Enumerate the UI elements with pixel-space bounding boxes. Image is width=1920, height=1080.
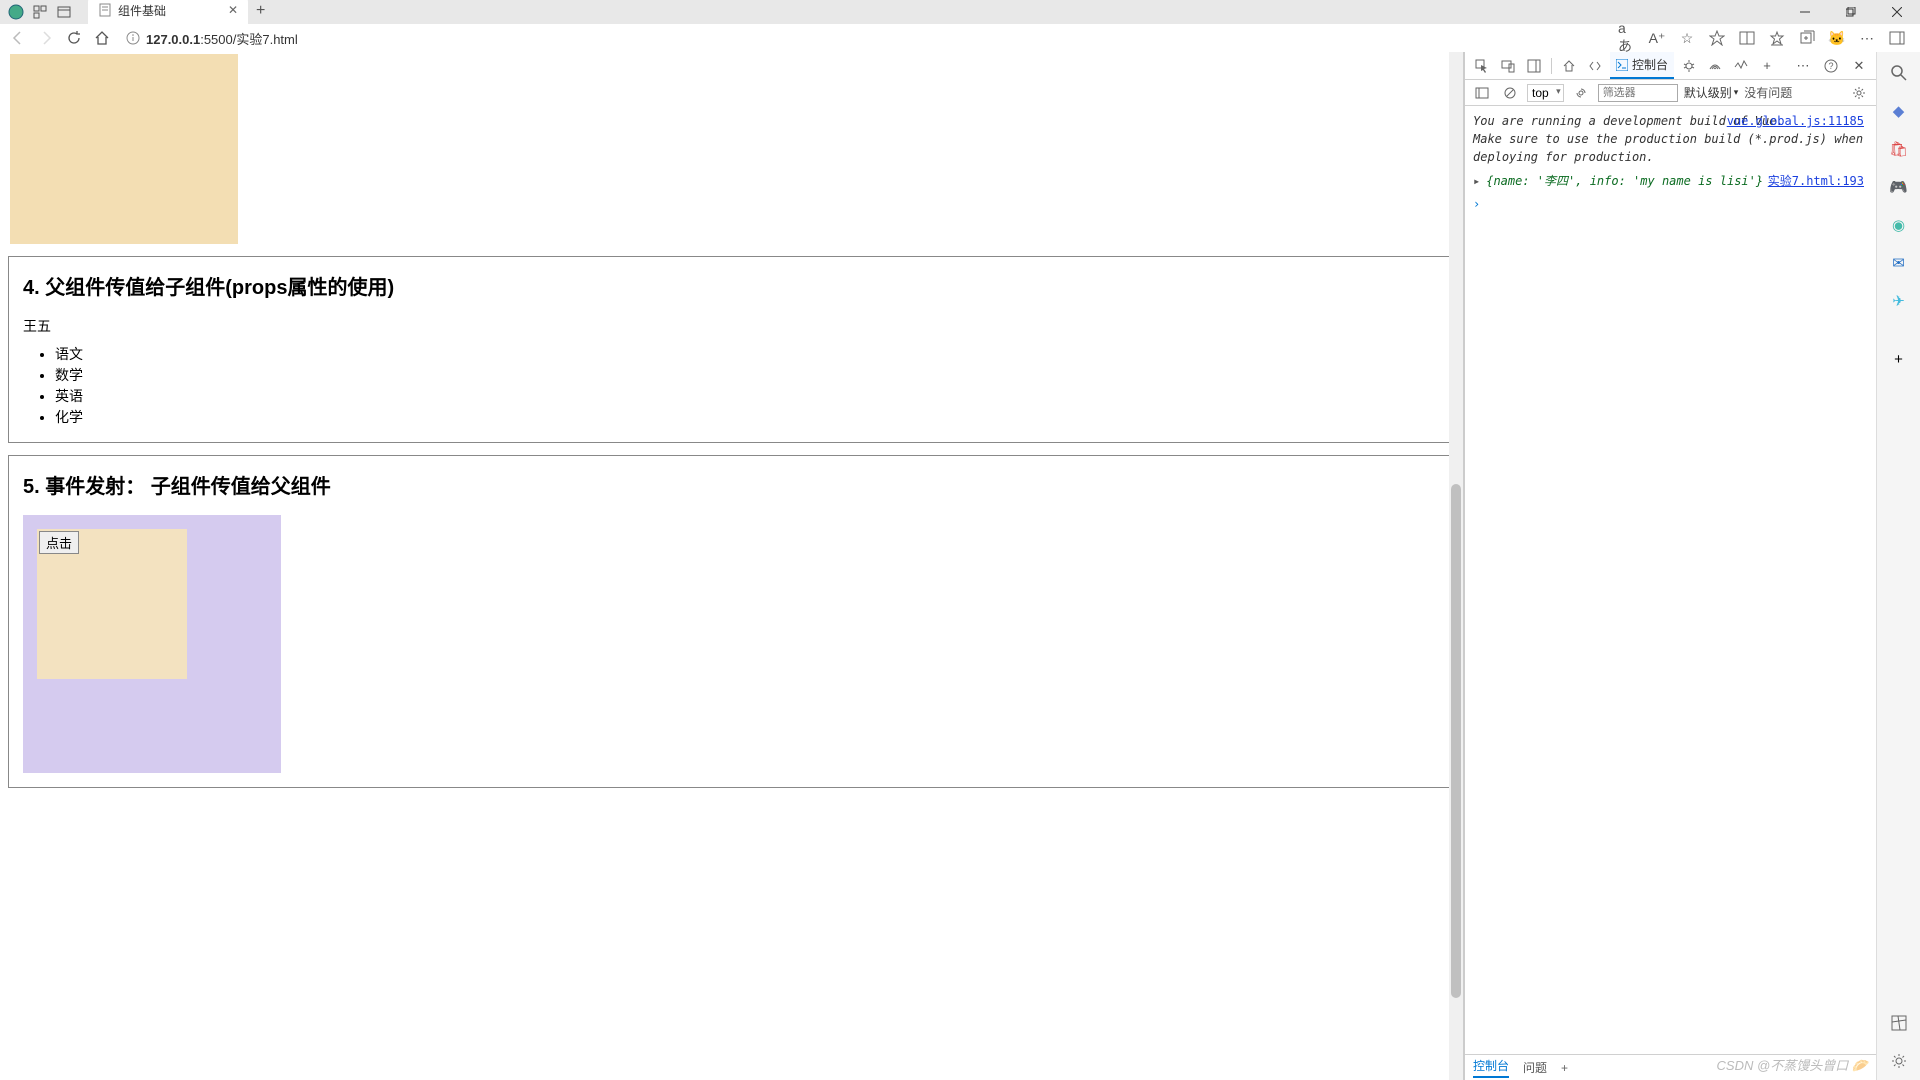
settings-sidebar-icon[interactable] — [1888, 1050, 1910, 1072]
console-warning: vue.global.js:11185 You are running a de… — [1473, 110, 1868, 168]
list-item: 语文 — [55, 344, 1440, 365]
games-sidebar-icon[interactable]: 🎮 — [1888, 176, 1910, 198]
add-tab-icon[interactable]: + — [1756, 55, 1778, 77]
tools-sidebar-icon[interactable]: ◆ — [1888, 100, 1910, 122]
context-dropdown[interactable]: top — [1527, 84, 1564, 102]
bottom-issues-tab[interactable]: 问题 — [1523, 1059, 1547, 1076]
debugger-tab-icon[interactable] — [1678, 55, 1700, 77]
console-log-object[interactable]: 实验7.html:193 ▸{name: '李四', info: 'my nam… — [1473, 168, 1868, 193]
home-button[interactable] — [92, 28, 112, 48]
send-sidebar-icon[interactable]: ✈ — [1888, 290, 1910, 312]
section-4: 4. 父组件传值给子组件(props属性的使用) 王五 语文 数学 英语 化学 — [8, 256, 1455, 443]
student-name: 王五 — [23, 316, 1440, 336]
console-settings-icon[interactable] — [1848, 82, 1870, 104]
favorite-icon[interactable]: ☆ — [1678, 29, 1696, 47]
reading-mode-icon[interactable]: aあ — [1618, 29, 1636, 47]
log-level-dropdown[interactable]: 默认级别 ▾ — [1684, 84, 1739, 101]
page-viewport[interactable]: 4. 父组件传值给子组件(props属性的使用) 王五 语文 数学 英语 化学 … — [0, 52, 1464, 1080]
device-toggle-icon[interactable] — [1497, 55, 1519, 77]
component-box-partial — [10, 54, 238, 244]
performance-tab-icon[interactable] — [1730, 55, 1752, 77]
favorites-bar-icon[interactable] — [1768, 29, 1786, 47]
help-icon[interactable]: ? — [1820, 55, 1842, 77]
add-sidebar-icon[interactable]: + — [1888, 348, 1910, 370]
back-button[interactable] — [8, 28, 28, 48]
maximize-button[interactable] — [1828, 0, 1874, 24]
console-output[interactable]: vue.global.js:11185 You are running a de… — [1465, 106, 1876, 1054]
split-screen-icon[interactable] — [1738, 29, 1756, 47]
subject-list: 语文 数学 英语 化学 — [55, 344, 1440, 428]
address-bar[interactable]: 127.0.0.1:5500/实验7.html — [120, 27, 1610, 50]
office-sidebar-icon[interactable]: ◉ — [1888, 214, 1910, 236]
source-link[interactable]: 实验7.html:193 — [1768, 172, 1864, 189]
filter-input[interactable] — [1598, 84, 1678, 102]
shopping-sidebar-icon[interactable]: 🛍 — [1888, 138, 1910, 160]
child-component-box: 点击 — [37, 529, 187, 679]
search-sidebar-icon[interactable] — [1888, 62, 1910, 84]
edge-profile-icon[interactable] — [8, 4, 24, 20]
dock-icon[interactable] — [1523, 55, 1545, 77]
outlook-sidebar-icon[interactable]: ✉ — [1888, 252, 1910, 274]
forward-button[interactable] — [36, 28, 56, 48]
close-window-button[interactable] — [1874, 0, 1920, 24]
site-info-icon[interactable] — [126, 31, 140, 45]
parent-component-box: 点击 — [23, 515, 281, 773]
map-sidebar-icon[interactable] — [1888, 1012, 1910, 1034]
list-item: 化学 — [55, 407, 1440, 428]
section-4-title: 4. 父组件传值给子组件(props属性的使用) — [23, 271, 1440, 300]
minimize-button[interactable] — [1782, 0, 1828, 24]
extension-cat-icon[interactable]: 🐱 — [1828, 29, 1846, 47]
console-tab[interactable]: 控制台 — [1610, 52, 1674, 79]
list-item: 数学 — [55, 365, 1440, 386]
refresh-button[interactable] — [64, 28, 84, 48]
list-item: 英语 — [55, 386, 1440, 407]
tab-actions-icon[interactable] — [56, 4, 72, 20]
close-tab-icon[interactable]: ✕ — [228, 3, 238, 17]
section-5: 5. 事件发射： 子组件传值给父组件 点击 — [8, 455, 1455, 788]
svg-text:?: ? — [1828, 61, 1833, 71]
issues-status: 没有问题 — [1744, 84, 1792, 101]
close-devtools-icon[interactable]: ✕ — [1848, 55, 1870, 77]
welcome-tab-icon[interactable] — [1558, 55, 1580, 77]
tab-title: 组件基础 — [118, 2, 166, 19]
collections-icon[interactable] — [1798, 29, 1816, 47]
network-tab-icon[interactable] — [1704, 55, 1726, 77]
click-button[interactable]: 点击 — [39, 531, 79, 554]
edge-sidebar: ◆ 🛍 🎮 ◉ ✉ ✈ + — [1876, 52, 1920, 1080]
bottom-console-tab[interactable]: 控制台 — [1473, 1057, 1509, 1078]
elements-tab-icon[interactable] — [1584, 55, 1606, 77]
scrollbar-thumb[interactable] — [1451, 484, 1461, 998]
more-menu-icon[interactable]: ⋯ — [1858, 29, 1876, 47]
sidebar-toggle-icon[interactable] — [1888, 29, 1906, 47]
scrollbar[interactable] — [1449, 52, 1463, 1080]
console-prompt[interactable]: › — [1473, 193, 1868, 211]
source-link[interactable]: vue.global.js:11185 — [1727, 112, 1864, 130]
extension-1-icon[interactable] — [1708, 29, 1726, 47]
inspect-element-icon[interactable] — [1471, 55, 1493, 77]
browser-tab[interactable]: 组件基础 ✕ — [88, 0, 248, 24]
text-size-icon[interactable]: A⁺ — [1648, 29, 1666, 47]
live-expression-icon[interactable] — [1570, 82, 1592, 104]
tab-favicon-icon — [98, 3, 112, 17]
new-tab-button[interactable]: + — [248, 0, 273, 24]
more-tabs-icon[interactable]: ⋯ — [1792, 55, 1814, 77]
bottom-add-tab-icon[interactable]: + — [1561, 1061, 1568, 1075]
devtools-panel: 控制台 + ⋯ ? ✕ — [1464, 52, 1876, 1080]
toggle-sidebar-icon[interactable] — [1471, 82, 1493, 104]
watermark: CSDN @不蒸馒头曾口 🥟 — [1717, 1055, 1868, 1074]
workspaces-icon[interactable] — [32, 4, 48, 20]
clear-console-icon[interactable] — [1499, 82, 1521, 104]
section-5-title: 5. 事件发射： 子组件传值给父组件 — [23, 470, 1440, 499]
url-text: 127.0.0.1:5500/实验7.html — [146, 29, 298, 48]
